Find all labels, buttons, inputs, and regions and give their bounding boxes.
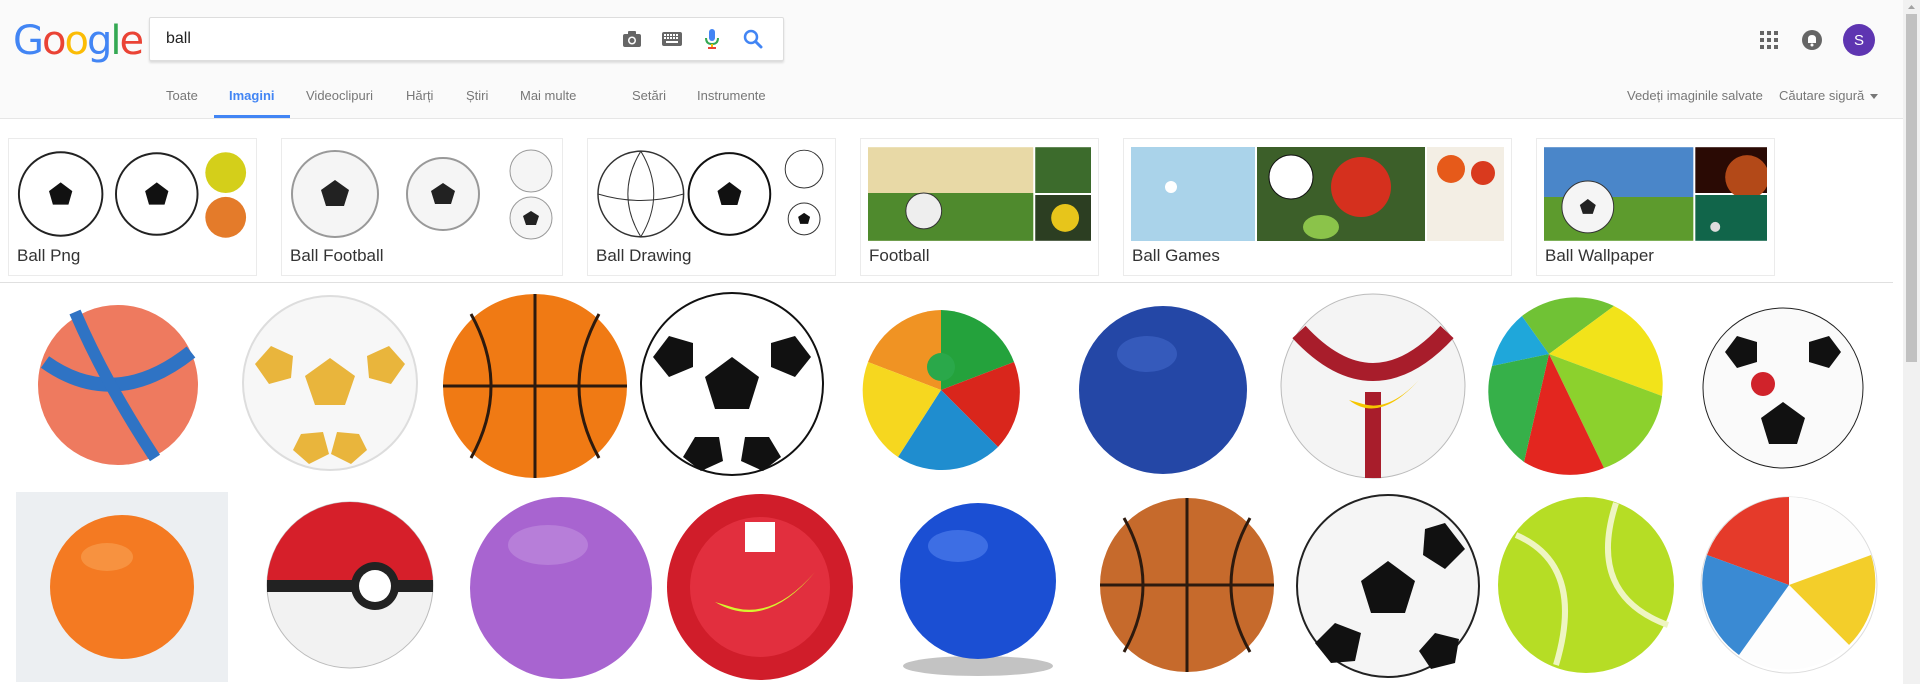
- chip-ball-games[interactable]: Ball Games: [1123, 138, 1512, 276]
- image-results-grid: [0, 283, 1903, 684]
- chip-thumbnails: [1131, 147, 1504, 241]
- chip-thumbnails: [16, 147, 249, 241]
- logo-letter: o: [42, 18, 67, 64]
- image-result[interactable]: [1278, 291, 1468, 481]
- nike-soccer-ball-image: [1280, 293, 1466, 479]
- notifications-bell-icon[interactable]: [1800, 28, 1824, 52]
- image-result[interactable]: [262, 497, 437, 672]
- tab-images[interactable]: Imagini: [214, 84, 290, 118]
- chip-label: Ball Png: [17, 246, 81, 265]
- chip-ball-wallpaper[interactable]: Ball Wallpaper: [1536, 138, 1775, 276]
- red-nike-ball-image: [667, 494, 853, 680]
- saved-images-link[interactable]: Vedeți imaginile salvate: [1627, 88, 1763, 103]
- scroll-up-arrow[interactable]: [1903, 0, 1920, 14]
- ball-games-thumbnail: [1131, 147, 1504, 241]
- beach-ball-image: [861, 310, 1021, 471]
- soccer-ball-image: [1296, 494, 1480, 678]
- wallpaper-thumbnail: [1544, 147, 1767, 241]
- striped-beach-ball-image: [1700, 496, 1878, 674]
- image-result[interactable]: [1697, 493, 1881, 677]
- image-result[interactable]: [1483, 295, 1665, 477]
- logo-letter: e: [119, 18, 144, 64]
- related-searches: Ball Png Ball Football Ball Drawing Foot…: [0, 138, 1893, 283]
- basketball-image: [1100, 498, 1274, 672]
- chip-thumbnails: [868, 147, 1091, 241]
- microphone-icon[interactable]: [700, 27, 724, 51]
- basketball-image: [443, 294, 627, 478]
- tab-videos[interactable]: Videoclipuri: [306, 84, 373, 118]
- logo-letter: g: [86, 18, 112, 64]
- tab-tools[interactable]: Instrumente: [697, 84, 766, 118]
- search-input[interactable]: [164, 27, 608, 51]
- football-field-thumbnail: [868, 147, 1091, 241]
- blue-ball-image: [900, 503, 1056, 676]
- image-result[interactable]: [30, 297, 205, 472]
- chip-thumbnails: [289, 147, 555, 241]
- image-result[interactable]: [1293, 491, 1483, 681]
- keyboard-icon[interactable]: [660, 27, 684, 51]
- dog-ball-image: [37, 304, 198, 465]
- logo-letter: l: [110, 18, 121, 64]
- image-result[interactable]: [856, 305, 1026, 475]
- soccer-ball-thumbnail: [291, 149, 553, 240]
- image-result[interactable]: [440, 291, 630, 481]
- tab-news[interactable]: Știri: [466, 84, 488, 118]
- image-result[interactable]: [16, 492, 228, 682]
- tab-all[interactable]: Toate: [166, 84, 198, 118]
- camera-icon[interactable]: [620, 27, 644, 51]
- soccer-ball-outline-image: [640, 292, 824, 476]
- chip-football[interactable]: Football: [860, 138, 1099, 276]
- tab-maps[interactable]: Hărți: [406, 84, 433, 118]
- image-result[interactable]: [466, 493, 656, 683]
- colorful-beach-ball-image: [1486, 297, 1663, 475]
- image-result[interactable]: [1075, 302, 1251, 478]
- bayern-soccer-ball-image: [1702, 307, 1864, 469]
- image-result[interactable]: [888, 501, 1068, 681]
- search-icon[interactable]: [741, 27, 765, 51]
- tab-settings[interactable]: Setări: [632, 84, 666, 118]
- image-result[interactable]: [1494, 493, 1678, 677]
- chip-label: Ball Games: [1132, 246, 1220, 265]
- chip-label: Football: [869, 246, 930, 265]
- soccer-ball-thumbnail: [17, 151, 247, 238]
- orange-yoga-ball-image: [50, 515, 194, 659]
- image-result[interactable]: [664, 491, 856, 683]
- safe-search-label: Căutare sigură: [1779, 88, 1865, 103]
- tennis-ball-image: [1498, 497, 1674, 673]
- image-result[interactable]: [638, 290, 826, 478]
- beach-ball-drawing-thumbnail: [597, 149, 824, 238]
- chip-ball-football[interactable]: Ball Football: [281, 138, 563, 276]
- google-logo[interactable]: Google: [13, 18, 144, 64]
- apps-grid-icon[interactable]: [1757, 28, 1781, 52]
- chip-label: Ball Football: [290, 246, 384, 265]
- header-bar: Google Toate Imagini Videoclipuri Hărți …: [0, 0, 1903, 119]
- logo-letter: G: [13, 18, 44, 64]
- safe-search-link[interactable]: Căutare sigură: [1779, 88, 1878, 103]
- chevron-down-icon: [1869, 94, 1878, 100]
- purple-exercise-ball-image: [470, 497, 652, 679]
- logo-letter: o: [64, 18, 89, 64]
- search-box: [149, 17, 784, 61]
- image-result[interactable]: [240, 293, 420, 473]
- chip-ball-png[interactable]: Ball Png: [8, 138, 257, 276]
- pokeball-image: [266, 501, 433, 668]
- scrollbar-thumb[interactable]: [1906, 14, 1917, 362]
- chip-thumbnails: [595, 147, 828, 241]
- image-result[interactable]: [1097, 495, 1277, 675]
- image-result[interactable]: [1700, 305, 1866, 471]
- chip-ball-drawing[interactable]: Ball Drawing: [587, 138, 836, 276]
- chip-label: Ball Drawing: [596, 246, 692, 265]
- blue-exercise-ball-image: [1079, 306, 1247, 474]
- yellow-soccer-ball-image: [242, 295, 418, 471]
- chip-label: Ball Wallpaper: [1545, 246, 1654, 265]
- account-avatar[interactable]: S: [1843, 24, 1875, 56]
- chip-thumbnails: [1544, 147, 1767, 241]
- tab-more[interactable]: Mai multe: [520, 84, 576, 118]
